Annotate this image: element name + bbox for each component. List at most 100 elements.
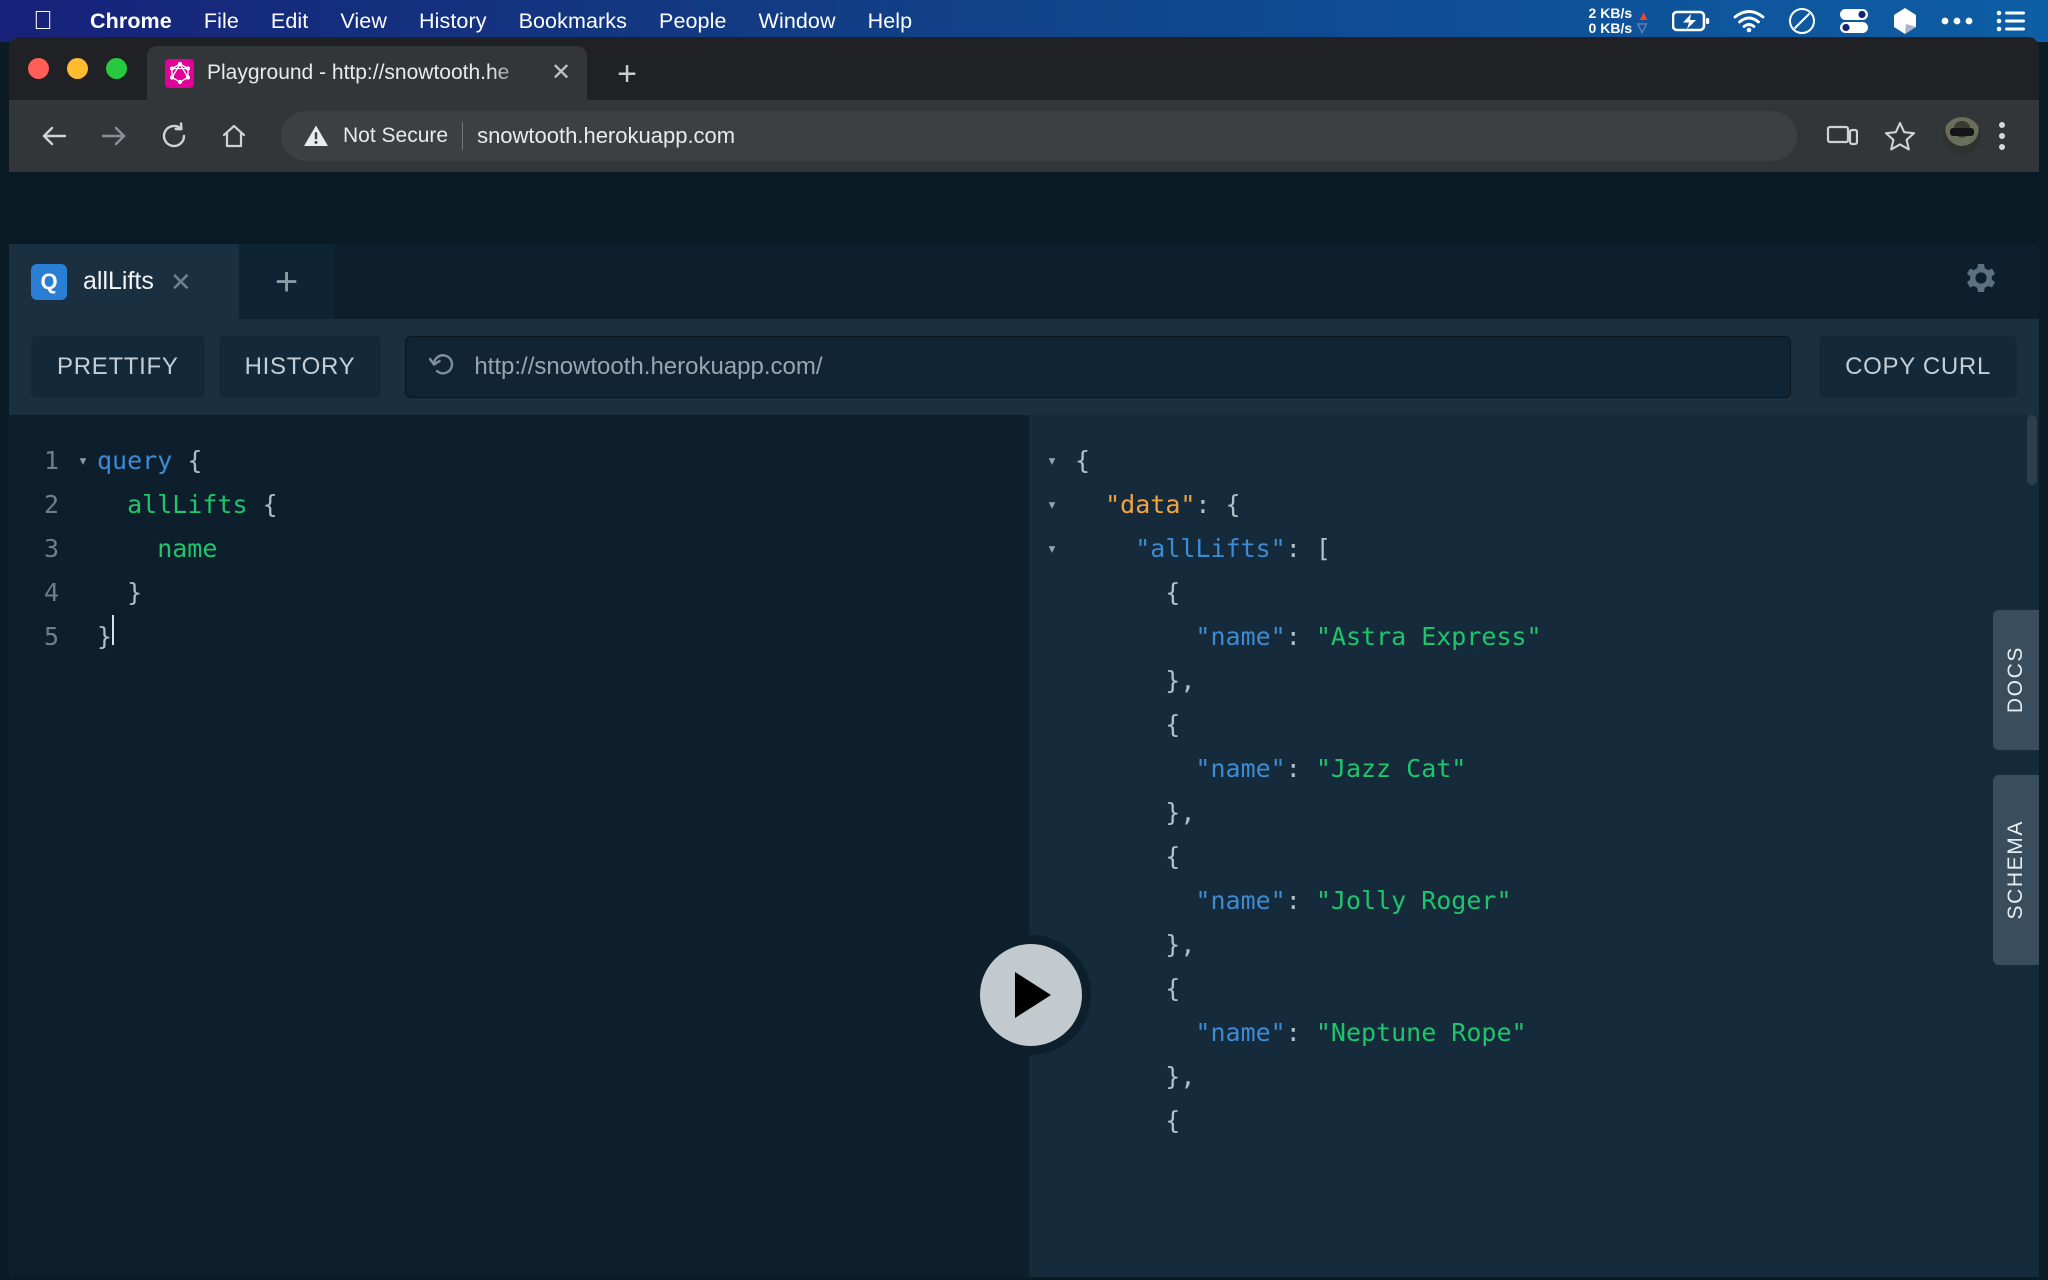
fold-toggle-icon [1029,615,1075,659]
profile-avatar[interactable] [1943,117,1981,155]
line-number: 5 [43,622,59,651]
fold-toggle-icon[interactable]: ▾ [1029,483,1075,527]
download-arrow-icon: ▽ [1637,19,1648,35]
query-line: 2 allLifts { [9,483,1029,527]
query-editor-code[interactable]: 1 ▾ query {2 allLifts {3 name 4 } 5} [9,415,1029,659]
browser-tab-strip: Playground - http://snowtooth.he ✕ + [9,37,2039,100]
close-window-button[interactable] [28,58,49,79]
network-download-speed: 0 KB/s [1588,20,1633,36]
network-upload-speed: 2 KB/s [1588,5,1633,21]
json-token: { [1075,446,1091,475]
cast-icon[interactable] [1815,109,1869,163]
docs-tab[interactable]: DOCS [1993,610,2039,750]
response-line: }, [1029,923,2039,967]
json-token: }, [1075,1062,1196,1091]
json-token: : [1285,622,1316,651]
upload-arrow-icon: ▲ [1637,7,1650,23]
response-json: ▾{▾ "data": {▾ "allLifts": [ { "name": "… [1029,415,2039,1143]
close-icon[interactable]: ✕ [549,61,573,85]
fold-toggle-icon [69,571,97,615]
endpoint-url-input[interactable]: http://snowtooth.herokuapp.com/ [405,336,1792,398]
json-token: }, [1075,666,1196,695]
reload-icon[interactable] [147,109,201,163]
endpoint-url-value: http://snowtooth.herokuapp.com/ [474,353,823,380]
network-speed-indicator[interactable]: 2 KB/s 0 KB/s ▲ ▽ [1589,6,1650,36]
history-button[interactable]: HISTORY [218,336,382,398]
ellipsis-icon[interactable] [1940,16,1974,26]
schema-tab[interactable]: SCHEMA [1993,775,2039,965]
json-token: { [1075,1106,1181,1135]
response-viewer-pane[interactable]: ▾{▾ "data": {▾ "allLifts": [ { "name": "… [1029,415,2039,1277]
response-line: { [1029,703,2039,747]
forward-arrow-icon[interactable] [87,109,141,163]
fold-toggle-icon[interactable]: ▾ [69,439,97,483]
query-editor-pane[interactable]: 1 ▾ query {2 allLifts {3 name 4 } 5} [9,415,1029,1277]
fold-toggle-icon [69,483,97,527]
response-line: "name": "Jolly Roger" [1029,879,2039,923]
do-not-disturb-icon[interactable] [1788,7,1816,35]
execute-query-button[interactable] [971,935,1091,1055]
json-token: : [1285,886,1316,915]
undo-history-icon[interactable] [428,350,458,385]
apple-logo-icon[interactable]:  [30,5,56,35]
browser-tab[interactable]: Playground - http://snowtooth.he ✕ [147,46,587,100]
response-line: }, [1029,1055,2039,1099]
fold-toggle-icon[interactable]: ▾ [1029,439,1075,483]
new-tab-button[interactable]: + [601,48,653,100]
menu-item-chrome[interactable]: Chrome [74,9,188,34]
json-token: "name" [1195,1018,1286,1047]
menu-item-people[interactable]: People [643,9,743,34]
battery-charging-icon[interactable] [1672,9,1710,33]
maximize-window-button[interactable] [106,58,127,79]
query-type-badge: Q [31,263,67,300]
address-bar-url: snowtooth.herokuapp.com [477,123,736,148]
code-token: query [97,446,188,475]
line-number: 4 [43,578,59,607]
menu-item-view[interactable]: View [324,9,403,34]
control-center-icon[interactable] [1996,10,2026,32]
code-token: allLifts [97,490,263,519]
fold-toggle-icon [1029,571,1075,615]
toggles-icon[interactable] [1838,7,1870,35]
fold-toggle-icon [1029,879,1075,923]
menu-item-history[interactable]: History [403,9,503,34]
address-bar[interactable]: Not Secure snowtooth.herokuapp.com [281,111,1797,161]
gear-icon[interactable] [1961,262,2039,302]
query-line: 1 ▾ query { [9,439,1029,483]
response-line: "name": "Neptune Rope" [1029,1011,2039,1055]
menu-item-file[interactable]: File [188,9,255,34]
copy-curl-button[interactable]: COPY CURL [1819,336,2017,398]
minimize-window-button[interactable] [67,58,88,79]
json-token: : [ [1285,534,1331,563]
toolbar-actions [1815,109,2019,163]
fold-toggle-icon[interactable]: ▾ [1029,527,1075,571]
query-line: 4 } [9,571,1029,615]
line-number: 1 [43,446,59,475]
add-session-button[interactable]: + [239,244,334,319]
playground-session-tab[interactable]: Q allLifts ✕ [9,244,239,319]
query-line: 3 name [9,527,1029,571]
close-icon[interactable]: ✕ [170,269,192,295]
kebab-menu-icon[interactable] [1993,122,2019,150]
dropbox-icon[interactable] [1892,7,1918,35]
fold-toggle-icon [1029,659,1075,703]
menu-item-help[interactable]: Help [852,9,929,34]
code-token: } [97,622,113,651]
menu-item-edit[interactable]: Edit [255,9,324,34]
json-token: "data" [1105,490,1196,519]
back-arrow-icon[interactable] [27,109,81,163]
home-icon[interactable] [207,109,261,163]
graphql-favicon [165,58,194,88]
warning-triangle-icon[interactable] [303,124,329,148]
star-icon[interactable] [1873,109,1927,163]
menu-item-window[interactable]: Window [743,9,852,34]
menu-item-bookmarks[interactable]: Bookmarks [503,9,643,34]
playground-toolbar: PRETTIFY HISTORY http://snowtooth.heroku… [9,319,2039,415]
schema-tab-label: SCHEMA [2004,820,2027,920]
json-token: "name" [1195,754,1286,783]
prettify-button[interactable]: PRETTIFY [31,336,205,398]
fold-toggle-icon [1029,747,1075,791]
wifi-icon[interactable] [1732,9,1766,33]
